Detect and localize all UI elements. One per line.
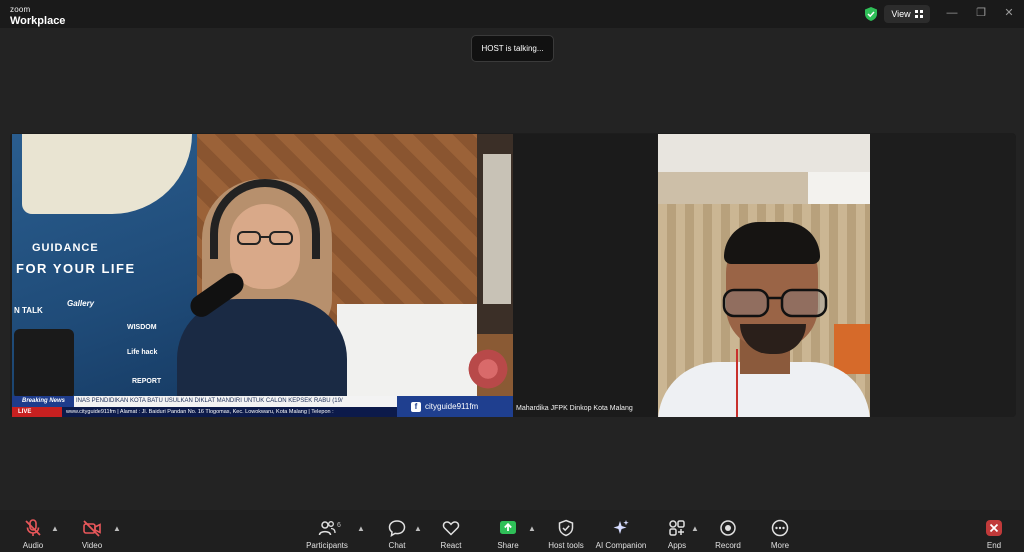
participants-label: Participants — [306, 541, 348, 550]
video-options-chevron-icon[interactable]: ▲ — [113, 524, 121, 533]
end-button[interactable]: End — [964, 510, 1024, 552]
zoom-window: zoom Workplace View — ❐ ✕ HOST is talkin… — [0, 0, 1024, 552]
chat-label: Chat — [388, 541, 406, 550]
encryption-shield-icon[interactable] — [865, 7, 877, 21]
host-tools-shield-icon — [558, 519, 574, 537]
sticker-report: REPORT — [132, 378, 162, 385]
brand-name: Workplace — [10, 15, 66, 27]
host-tools-button[interactable]: Host tools — [536, 510, 596, 552]
live-badge: LIVE — [12, 407, 62, 417]
meeting-toolbar: Audio ▲ Video ▲ Participants 6 ▲ Chat ▲ … — [0, 510, 1024, 552]
overlay-guidance: GUIDANCE — [32, 242, 99, 254]
end-call-icon — [986, 520, 1002, 536]
microphone-muted-icon — [25, 519, 41, 536]
view-button[interactable]: View — [884, 5, 930, 23]
react-label: React — [440, 541, 462, 550]
participant-video-tile[interactable] — [658, 134, 870, 417]
ticker-bottom: www.cityguide911fm | Alamat : Jl. Baidur… — [62, 407, 397, 417]
brand-small: zoom — [10, 5, 31, 14]
title-bar: zoom Workplace View — ❐ ✕ — [0, 0, 1024, 28]
breaking-news-label: Breaking News — [12, 396, 74, 407]
record-button[interactable]: Record — [698, 510, 758, 552]
minimize-icon[interactable]: — — [945, 6, 959, 20]
close-icon[interactable]: ✕ — [1002, 6, 1016, 20]
end-label: End — [986, 541, 1002, 550]
sticker-wisdom: WISDOM — [127, 324, 157, 331]
ai-companion-button[interactable]: AI Companion — [591, 510, 651, 552]
phone — [14, 329, 74, 399]
participant-name-label: Mahardika JFPK Dinkop Kota Malang — [516, 405, 633, 412]
heart-icon — [442, 521, 460, 536]
earphone-cable — [736, 349, 738, 417]
apps-label: Apps — [667, 541, 687, 550]
apps-icon — [669, 520, 685, 536]
share-screen-icon — [500, 521, 516, 534]
sticker-lifehack: Life hack — [127, 349, 158, 356]
more-label: More — [770, 541, 790, 550]
social-badge: f cityguide911fm — [397, 396, 513, 417]
audio-label: Audio — [22, 541, 44, 550]
facebook-icon: f — [411, 401, 421, 412]
react-button[interactable]: React — [421, 510, 481, 552]
flowers — [468, 344, 508, 394]
participant-hair — [724, 222, 820, 264]
sticker-talk: N TALK — [14, 306, 43, 315]
participants-count: 6 — [337, 522, 341, 529]
video-off-icon — [83, 520, 101, 537]
more-icon — [771, 519, 789, 537]
cabinet — [337, 304, 477, 399]
social-handle: cityguide911fm — [425, 402, 479, 411]
app-logo: zoom Workplace — [10, 3, 66, 27]
overlay-tagline: FOR YOUR LIFE — [16, 261, 136, 276]
ceiling — [658, 134, 870, 172]
host-tools-label: Host tools — [548, 541, 584, 550]
stage-right-empty — [870, 134, 1016, 417]
record-icon — [720, 520, 736, 536]
chat-icon — [388, 520, 406, 537]
ai-companion-label: AI Companion — [595, 541, 647, 550]
view-label: View — [891, 9, 911, 19]
restore-icon[interactable]: ❐ — [974, 6, 988, 20]
participants-icon — [318, 521, 336, 536]
window — [477, 134, 513, 334]
speaking-notification: HOST is talking... — [471, 35, 554, 62]
participants-button[interactable]: Participants — [297, 510, 357, 552]
host-video-tile[interactable]: GUIDANCE FOR YOUR LIFE N TALK Gallery WI… — [12, 134, 513, 417]
share-label: Share — [497, 541, 519, 550]
more-button[interactable]: More — [750, 510, 810, 552]
participant-tile-empty[interactable] — [513, 134, 657, 417]
participants-chevron-icon[interactable]: ▲ — [357, 524, 365, 533]
share-chevron-icon[interactable]: ▲ — [528, 524, 536, 533]
record-label: Record — [715, 541, 741, 550]
sparkle-icon — [613, 520, 629, 534]
participant-glasses — [722, 288, 828, 318]
video-label: Video — [81, 541, 103, 550]
audio-options-chevron-icon[interactable]: ▲ — [51, 524, 59, 533]
sticker-gallery: Gallery — [67, 299, 95, 308]
orange-object — [834, 324, 870, 374]
grid-icon — [914, 10, 923, 18]
